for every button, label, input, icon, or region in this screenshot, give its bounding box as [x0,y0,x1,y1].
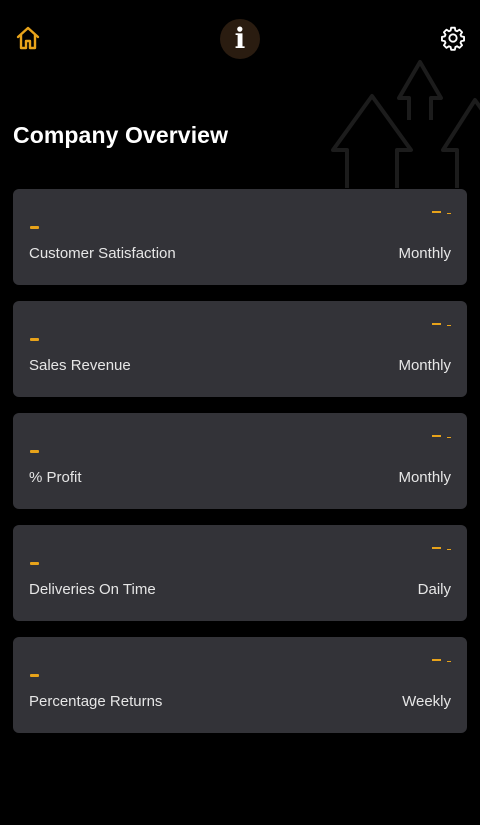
metric-card-percentage-returns[interactable]: Percentage Returns Weekly [13,637,467,733]
metric-card-profit[interactable]: % Profit Monthly [13,413,467,509]
metric-value-placeholder [30,450,39,453]
metric-label: % Profit [29,469,82,486]
metric-value-placeholder [30,562,39,565]
metric-change-placeholder [432,546,451,550]
metric-period: Daily [417,581,451,598]
metric-value-placeholder [30,674,39,677]
metric-label: Deliveries On Time [29,581,156,598]
metric-label: Percentage Returns [29,693,163,710]
metric-period: Weekly [402,693,451,710]
metric-change-placeholder [432,322,451,326]
metric-period: Monthly [398,357,451,374]
info-icon: i [234,22,246,55]
metric-label: Customer Satisfaction [29,245,176,262]
metric-change-placeholder [432,434,451,438]
metric-card-customer-satisfaction[interactable]: Customer Satisfaction Monthly [13,189,467,285]
info-button[interactable]: i [220,19,260,59]
metric-label: Sales Revenue [29,357,131,374]
metric-change-placeholder [432,658,451,662]
metric-period: Monthly [398,245,451,262]
gear-icon [441,26,465,51]
metric-change-placeholder [432,210,451,214]
metric-value-placeholder [30,226,39,229]
metric-value-placeholder [30,338,39,341]
metric-card-deliveries-on-time[interactable]: Deliveries On Time Daily [13,525,467,621]
metric-period: Monthly [398,469,451,486]
home-button[interactable] [12,22,44,54]
metric-card-sales-revenue[interactable]: Sales Revenue Monthly [13,301,467,397]
background-arrows-graphic [331,60,480,188]
metrics-list: Customer Satisfaction Monthly Sales Reve… [13,189,467,749]
settings-button[interactable] [438,23,468,53]
page-title: Company Overview [13,122,229,148]
home-icon [16,26,40,50]
